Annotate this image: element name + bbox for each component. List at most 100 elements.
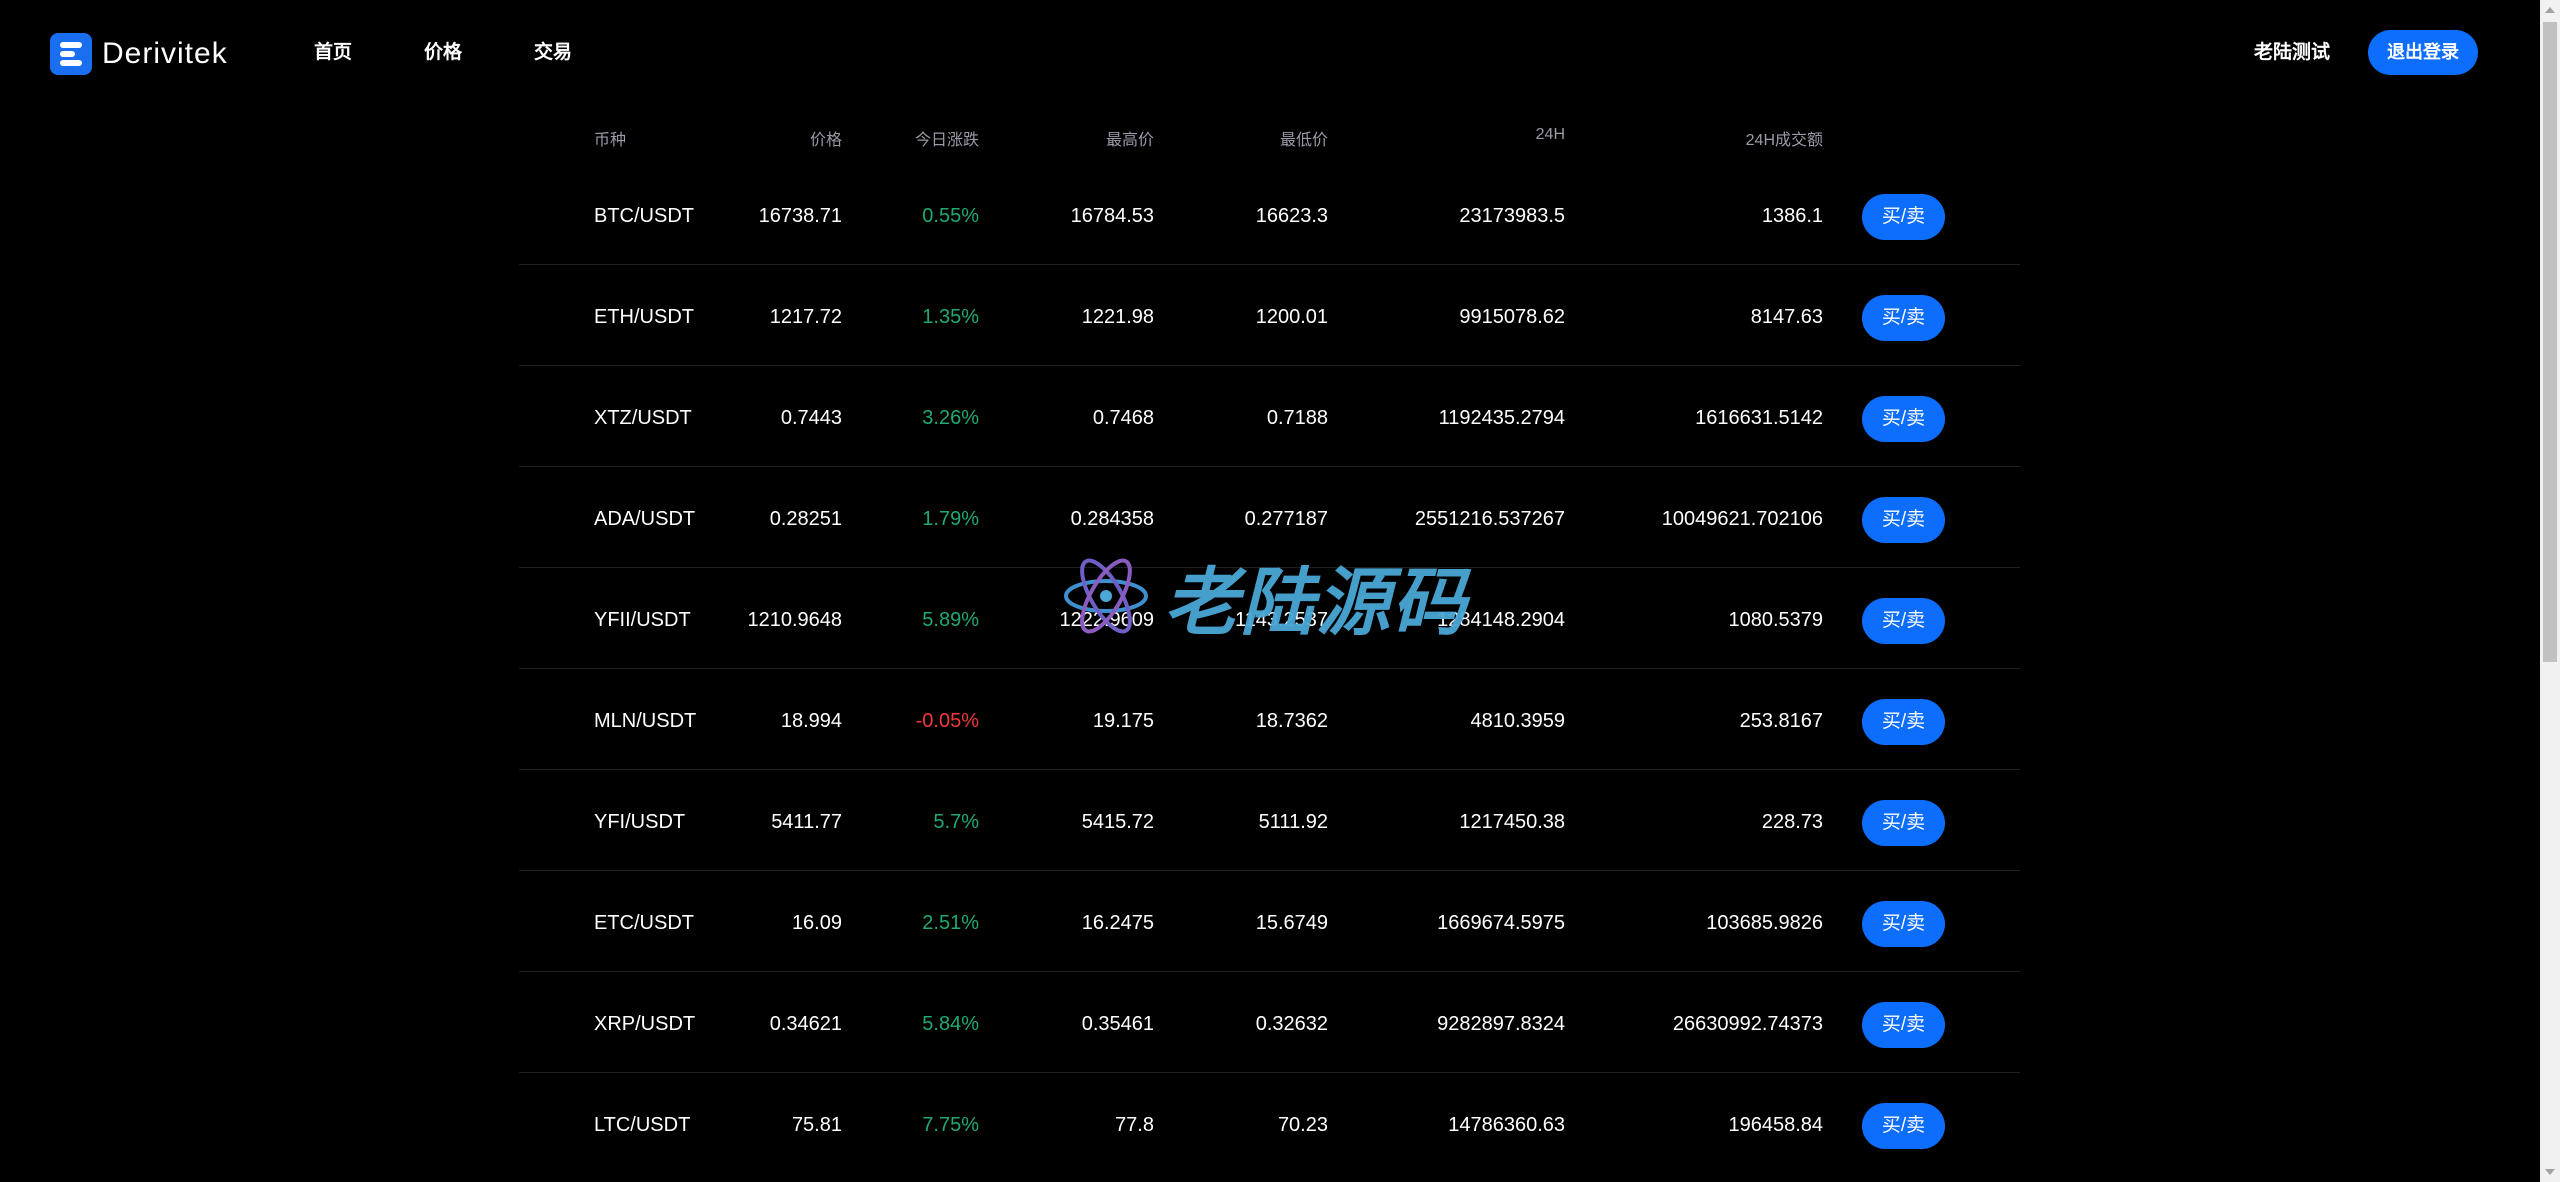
logo-icon — [50, 33, 92, 75]
cell-price: 1210.9648 — [747, 609, 842, 631]
cell-24h: 1284148.2904 — [1437, 609, 1565, 631]
cell-high: 0.35461 — [1081, 1013, 1154, 1035]
cell-24h-amount: 1616631.5142 — [1695, 407, 1823, 429]
cell-24h-amount: 10049621.702106 — [1661, 508, 1823, 530]
cell-24h: 2551216.537267 — [1414, 508, 1565, 530]
trade-button[interactable]: 买/卖 — [1862, 901, 1945, 947]
trade-button[interactable]: 买/卖 — [1862, 396, 1945, 442]
table-row: ETC/USDT 16.09 2.51% 16.2475 15.6749 1669674.… — [519, 871, 2020, 972]
table-header: 币种 价格 今日涨跌 最高价 最低价 24H 24H成交额 — [519, 110, 2020, 164]
cell-change: 5.84% — [922, 1013, 979, 1035]
scrollbar-thumb[interactable] — [2543, 22, 2557, 662]
cell-24h-amount: 228.73 — [1761, 811, 1823, 833]
trade-button[interactable]: 买/卖 — [1862, 598, 1945, 644]
cell-low: 1200.01 — [1255, 306, 1328, 328]
cell-high: 1221.98 — [1081, 306, 1154, 328]
cell-24h: 1217450.38 — [1459, 811, 1565, 833]
nav-item-trade[interactable]: 交易 — [534, 38, 572, 68]
cell-symbol: XTZ/USDT — [594, 407, 692, 429]
cell-price: 0.34621 — [769, 1013, 842, 1035]
logout-button[interactable]: 退出登录 — [2368, 30, 2478, 75]
main-nav: 首页 价格 交易 — [314, 38, 644, 68]
cell-low: 15.6749 — [1255, 912, 1328, 934]
column-header-high: 最高价 — [1105, 132, 1154, 149]
cell-24h-amount: 253.8167 — [1739, 710, 1823, 732]
cell-price: 1217.72 — [769, 306, 842, 328]
trade-button[interactable]: 买/卖 — [1862, 295, 1945, 341]
cell-low: 16623.3 — [1255, 205, 1328, 227]
cell-24h-amount: 196458.84 — [1728, 1114, 1823, 1136]
trade-button[interactable]: 买/卖 — [1862, 194, 1945, 240]
nav-item-prices[interactable]: 价格 — [424, 38, 462, 68]
scroll-down-icon[interactable] — [2545, 1169, 2555, 1175]
cell-symbol: ETH/USDT — [594, 306, 694, 328]
trade-button[interactable]: 买/卖 — [1862, 1103, 1945, 1149]
cell-high: 19.175 — [1092, 710, 1154, 732]
table-row: MLN/USDT 18.994 -0.05% 19.175 18.7362 4810.39… — [519, 669, 2020, 770]
market-table: 币种 价格 今日涨跌 最高价 最低价 24H 24H成交额 BTC/USDT 16… — [519, 110, 2020, 1174]
cell-change: 1.35% — [922, 306, 979, 328]
cell-low: 18.7362 — [1255, 710, 1328, 732]
cell-24h-amount: 1386.1 — [1761, 205, 1823, 227]
page: Derivitek 首页 价格 交易 老陆测试 退出登录 币种 价格 今日涨跌 … — [0, 0, 2560, 1182]
column-header-change: 今日涨跌 — [914, 132, 979, 149]
cell-high: 5415.72 — [1081, 811, 1154, 833]
brand-logo[interactable]: Derivitek — [50, 32, 228, 76]
cell-price: 75.81 — [791, 1114, 842, 1136]
cell-high: 0.284358 — [1070, 508, 1154, 530]
cell-low: 0.32632 — [1255, 1013, 1328, 1035]
cell-symbol: YFI/USDT — [594, 811, 686, 833]
table-row: XTZ/USDT 0.7443 3.26% 0.7468 0.7188 1192435.2… — [519, 366, 2020, 467]
top-navbar: Derivitek 首页 价格 交易 老陆测试 退出登录 — [0, 0, 2540, 106]
cell-high: 16784.53 — [1070, 205, 1154, 227]
column-header-price: 价格 — [809, 132, 842, 149]
cell-price: 16.09 — [791, 912, 842, 934]
table-body: BTC/USDT 16738.71 0.55% 16784.53 16623.3 2317… — [519, 164, 2020, 1174]
table-row: XRP/USDT 0.34621 5.84% 0.35461 0.32632 928289… — [519, 972, 2020, 1073]
table-row: YFI/USDT 5411.77 5.7% 5415.72 5111.92 1217450… — [519, 770, 2020, 871]
cell-high: 1222.9609 — [1059, 609, 1154, 631]
cell-symbol: BTC/USDT — [594, 205, 694, 227]
cell-24h-amount: 103685.9826 — [1706, 912, 1823, 934]
table-row: ADA/USDT 0.28251 1.79% 0.284358 0.277187 2551… — [519, 467, 2020, 568]
table-row: LTC/USDT 75.81 7.75% 77.8 70.23 14786360.63 19… — [519, 1073, 2020, 1174]
trade-button[interactable]: 买/卖 — [1862, 800, 1945, 846]
column-header-24h: 24H — [1535, 126, 1565, 143]
cell-low: 1143.2537 — [1234, 609, 1328, 631]
cell-symbol: YFII/USDT — [594, 609, 691, 631]
cell-change: 1.79% — [922, 508, 979, 530]
user-name[interactable]: 老陆测试 — [2254, 38, 2330, 68]
cell-change: 7.75% — [922, 1114, 979, 1136]
cell-price: 16738.71 — [758, 205, 842, 227]
brand-name: Derivitek — [102, 37, 228, 70]
cell-symbol: ETC/USDT — [594, 912, 694, 934]
vertical-scrollbar[interactable] — [2540, 0, 2560, 1182]
cell-24h-amount: 8147.63 — [1750, 306, 1823, 328]
cell-24h: 23173983.5 — [1459, 205, 1565, 227]
table-row: BTC/USDT 16738.71 0.55% 16784.53 16623.3 2317… — [519, 164, 2020, 265]
column-header-24h-amount: 24H成交额 — [1745, 132, 1823, 149]
cell-change: 2.51% — [922, 912, 979, 934]
cell-low: 5111.92 — [1258, 811, 1328, 833]
trade-button[interactable]: 买/卖 — [1862, 1002, 1945, 1048]
cell-high: 0.7468 — [1092, 407, 1154, 429]
scroll-up-icon[interactable] — [2545, 7, 2555, 13]
cell-24h: 9915078.62 — [1459, 306, 1565, 328]
cell-24h: 1669674.5975 — [1437, 912, 1565, 934]
nav-item-home[interactable]: 首页 — [314, 38, 352, 68]
cell-high: 77.8 — [1115, 1114, 1154, 1136]
column-header-low: 最低价 — [1279, 132, 1328, 149]
cell-low: 0.277187 — [1244, 508, 1328, 530]
trade-button[interactable]: 买/卖 — [1862, 699, 1945, 745]
cell-price: 18.994 — [780, 710, 842, 732]
cell-low: 0.7188 — [1266, 407, 1328, 429]
trade-button[interactable]: 买/卖 — [1862, 497, 1945, 543]
cell-symbol: MLN/USDT — [594, 710, 697, 732]
cell-24h: 9282897.8324 — [1437, 1013, 1565, 1035]
cell-24h: 1192435.2794 — [1438, 407, 1565, 429]
cell-24h-amount: 1080.5379 — [1728, 609, 1823, 631]
cell-24h: 4810.3959 — [1470, 710, 1565, 732]
cell-change: 5.7% — [933, 811, 979, 833]
cell-symbol: ADA/USDT — [594, 508, 696, 530]
cell-change: 5.89% — [922, 609, 979, 631]
